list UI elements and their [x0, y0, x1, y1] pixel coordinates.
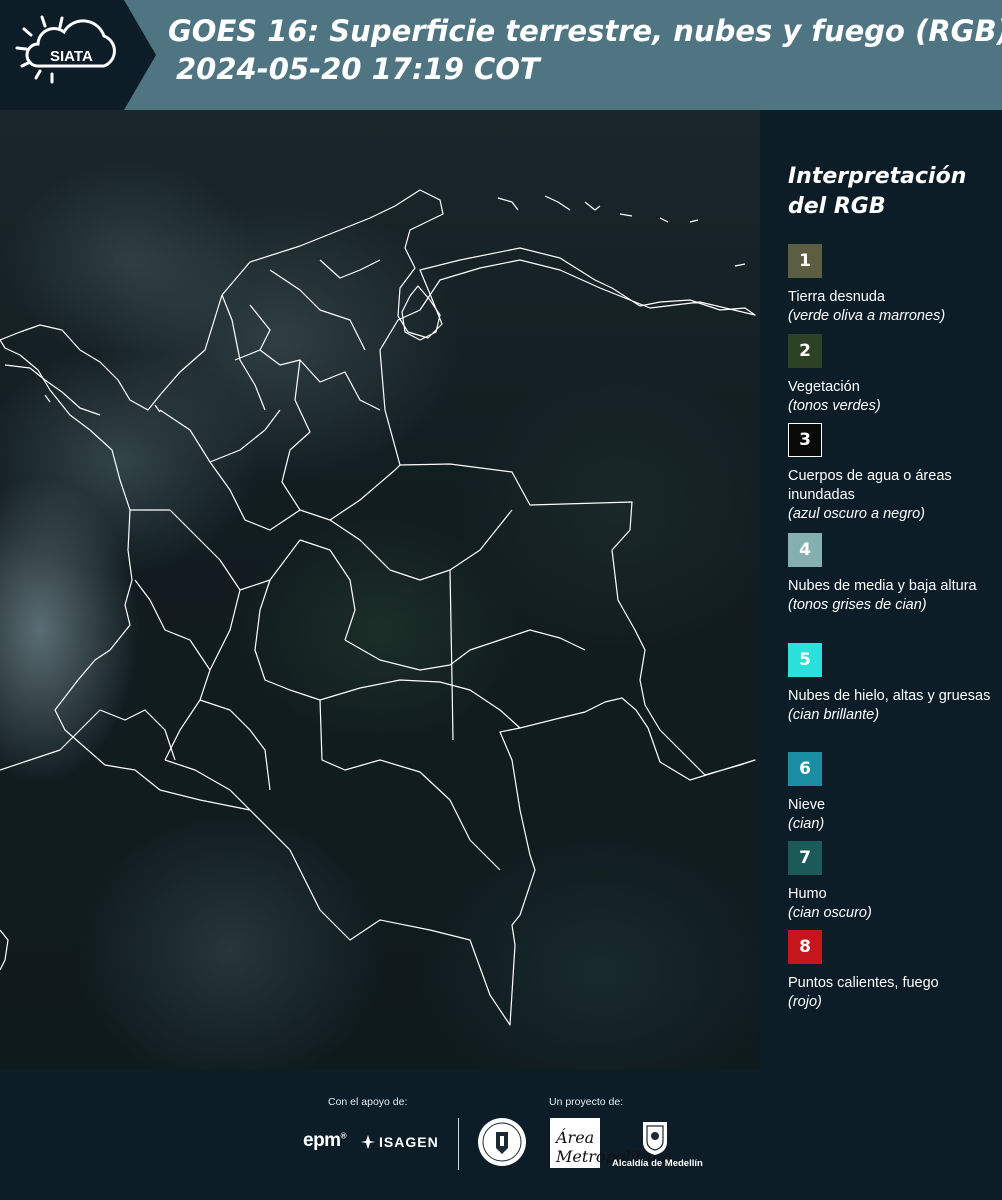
legend-item-1: 1 Tierra desnuda (verde oliva a marrones…: [788, 244, 998, 326]
legend-item-3: 3 Cuerpos de agua o áreas inundadas (azu…: [788, 423, 998, 524]
logo-text: SIATA: [50, 48, 93, 65]
legend-item-4: 4 Nubes de media y baja altura (tonos gr…: [788, 533, 998, 615]
footer-divider: [458, 1118, 459, 1170]
legend-item-name: Puntos calientes, fuego: [788, 975, 939, 991]
legend-swatch: 2: [788, 334, 822, 368]
area-metropolitana-logo[interactable]: Área Metropolitana: [550, 1118, 671, 1168]
header: SIATA GOES 16: Superficie terrestre, nub…: [0, 0, 1002, 110]
legend-item-name: Nubes de hielo, altas y gruesas: [788, 688, 991, 704]
legend-item-5: 5 Nubes de hielo, altas y gruesas (cian …: [788, 643, 998, 725]
legend-item-name: Tierra desnuda: [788, 289, 885, 305]
satellite-map[interactable]: [0, 110, 760, 1070]
legend-item-name: Nieve: [788, 797, 826, 813]
legend-swatch: 4: [788, 533, 822, 567]
legend-item-2: 2 Vegetación (tonos verdes): [788, 334, 998, 416]
legend-item-description: (verde oliva a marrones): [788, 308, 946, 324]
legend-swatch: 3: [788, 423, 822, 457]
legend-item-description: (tonos verdes): [788, 398, 881, 414]
medellin-crest-icon[interactable]: [641, 1118, 669, 1156]
legend-item-name: Humo: [788, 886, 827, 902]
title-line-2: 2024-05-20 17:19 COT: [176, 52, 540, 86]
legend-item-7: 7 Humo (cian oscuro): [788, 841, 998, 923]
legend-swatch: 7: [788, 841, 822, 875]
legend-item-description: (cian): [788, 816, 825, 832]
support-label: Con el apoyo de:: [328, 1096, 408, 1108]
isagen-logo-text: ISAGEN: [379, 1134, 439, 1150]
project-label: Un proyecto de:: [549, 1096, 624, 1108]
siata-logo: SIATA: [0, 0, 156, 110]
alcaldia-logo-text: Alcaldía de Medellín: [612, 1158, 703, 1169]
legend-item-name: Nubes de media y baja altura: [788, 578, 977, 594]
legend-swatch: 6: [788, 752, 822, 786]
legend-item-6: 6 Nieve (cian): [788, 752, 998, 834]
legend-title: Interpretación del RGB: [788, 164, 967, 219]
ecuador-border: [0, 709, 101, 771]
colombia-border: [0, 189, 756, 1026]
isagen-mark-icon: [361, 1135, 375, 1149]
epm-logo-text: epm: [303, 1130, 341, 1151]
legend-item-name: Cuerpos de agua o áreas inundadas: [788, 468, 952, 503]
university-seal-icon[interactable]: [476, 1116, 528, 1168]
boundaries-overlay: [0, 189, 756, 1026]
panama-border: [0, 294, 223, 411]
legend-item-name: Vegetación: [788, 379, 860, 395]
title-line-1: GOES 16: Superficie terrestre, nubes y f…: [168, 14, 1002, 48]
footer: Con el apoyo de: Un proyecto de: epm® IS…: [0, 1070, 1002, 1200]
legend-item-description: (cian brillante): [788, 707, 880, 723]
isagen-logo[interactable]: ISAGEN: [360, 1134, 439, 1150]
legend-swatch: 5: [788, 643, 822, 677]
legend-item-description: (tonos grises de cian): [788, 597, 927, 613]
legend-item-description: (azul oscuro a negro): [788, 506, 926, 522]
legend-item-description: (rojo): [788, 994, 822, 1010]
legend-swatch: 8: [788, 930, 822, 964]
epm-logo[interactable]: epm®: [303, 1130, 347, 1152]
page-title: GOES 16: Superficie terrestre, nubes y f…: [168, 12, 1002, 88]
legend-item-description: (cian oscuro): [788, 905, 872, 921]
legend-item-8: 8 Puntos calientes, fuego (rojo): [788, 930, 998, 1012]
siata-logo-panel: SIATA: [0, 0, 158, 110]
legend-panel: Interpretación del RGB 1 Tierra desnuda …: [760, 110, 1002, 1070]
legend-swatch: 1: [788, 244, 822, 278]
